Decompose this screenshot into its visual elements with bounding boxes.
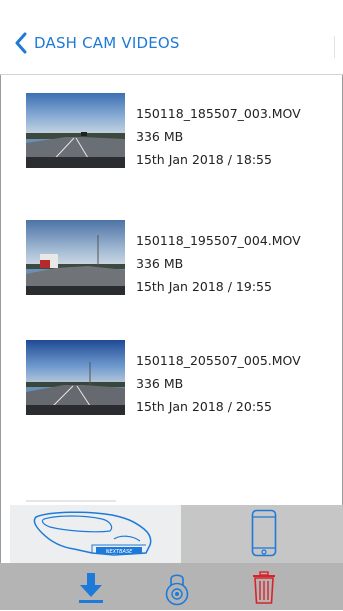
source-tabs: NEXTBASE — [0, 505, 343, 563]
header-divider — [334, 36, 335, 58]
video-size: 336 MB — [136, 129, 184, 144]
video-meta: 150118_195507_004.MOV 336 MB 15th Jan 20… — [136, 229, 301, 298]
video-thumbnail — [26, 220, 125, 295]
video-filename: 150118_205507_005.MOV — [136, 353, 301, 368]
video-meta: 150118_185507_003.MOV 336 MB 15th Jan 20… — [136, 102, 301, 171]
video-item[interactable]: 150118_195507_004.MOV 336 MB 15th Jan 20… — [0, 185, 343, 295]
video-filename: 150118_185507_003.MOV — [136, 106, 301, 121]
tab-dash-cam[interactable]: NEXTBASE — [10, 505, 181, 563]
video-thumbnail — [26, 340, 125, 415]
trash-icon — [252, 571, 276, 609]
video-date: 15th Jan 2018 / 20:55 — [136, 399, 272, 414]
page-title: DASH CAM VIDEOS — [34, 34, 180, 52]
tab-phone[interactable] — [181, 505, 343, 563]
header-bar: DASH CAM VIDEOS — [0, 0, 343, 75]
phone-icon — [251, 509, 277, 561]
video-meta: 150118_205507_005.MOV 336 MB 15th Jan 20… — [136, 349, 301, 418]
back-button[interactable]: DASH CAM VIDEOS — [14, 30, 180, 56]
video-date: 15th Jan 2018 / 19:55 — [136, 279, 272, 294]
video-size: 336 MB — [136, 256, 184, 271]
lock-icon — [165, 574, 189, 611]
download-icon — [78, 573, 104, 609]
video-filename: 150118_195507_004.MOV — [136, 233, 301, 248]
tab-divider — [26, 500, 116, 502]
video-item[interactable]: 150118_205507_005.MOV 336 MB 15th Jan 20… — [0, 305, 343, 415]
chevron-left-icon — [14, 32, 28, 54]
video-item[interactable]: 150118_185507_003.MOV 336 MB 15th Jan 20… — [0, 75, 343, 185]
action-toolbar — [0, 563, 343, 610]
camera-logo: NEXTBASE — [106, 549, 133, 555]
download-button[interactable] — [78, 569, 104, 609]
video-date: 15th Jan 2018 / 18:55 — [136, 152, 272, 167]
video-thumbnail — [26, 93, 125, 168]
lock-button[interactable] — [165, 569, 189, 611]
delete-button[interactable] — [252, 569, 276, 609]
dash-cam-icon: NEXTBASE — [30, 509, 158, 563]
video-size: 336 MB — [136, 376, 184, 391]
